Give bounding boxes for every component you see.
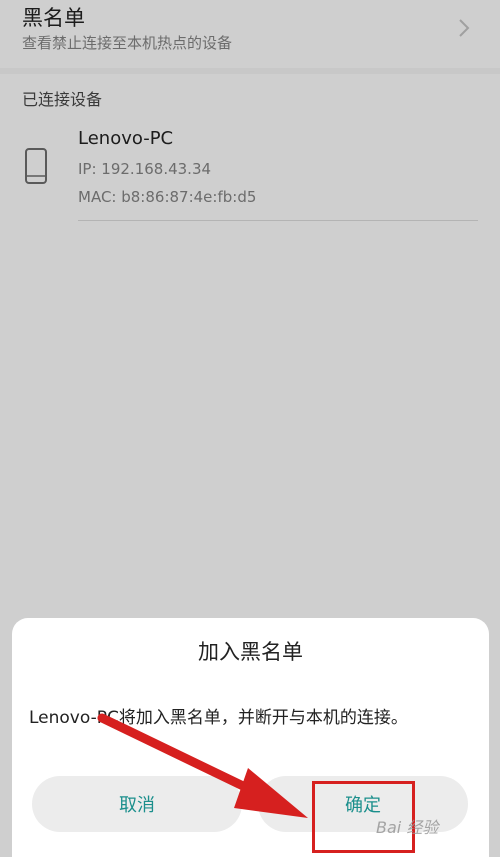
- section-divider: [0, 68, 500, 74]
- phone-icon: [25, 148, 47, 184]
- blacklist-row[interactable]: 黑名单 查看禁止连接至本机热点的设备: [0, 0, 500, 68]
- device-ip: IP: 192.168.43.34: [78, 160, 212, 178]
- dialog-message: Lenovo-PC将加入黑名单，并断开与本机的连接。: [29, 708, 408, 728]
- row-divider: [78, 220, 478, 221]
- dialog-title: 加入黑名单: [198, 640, 303, 664]
- cancel-button[interactable]: 取消: [32, 776, 242, 832]
- blacklist-subtitle: 查看禁止连接至本机热点的设备: [22, 34, 233, 52]
- blacklist-title: 黑名单: [22, 6, 85, 30]
- device-mac: MAC: b8:86:87:4e:fb:d5: [78, 188, 257, 206]
- connected-devices-header: 已连接设备: [22, 90, 103, 109]
- watermark-text: Bai 经验: [376, 818, 439, 837]
- device-item[interactable]: Lenovo-PC IP: 192.168.43.34 MAC: b8:86:8…: [0, 118, 500, 222]
- chevron-right-icon: [459, 19, 470, 37]
- device-name: Lenovo-PC: [78, 128, 174, 149]
